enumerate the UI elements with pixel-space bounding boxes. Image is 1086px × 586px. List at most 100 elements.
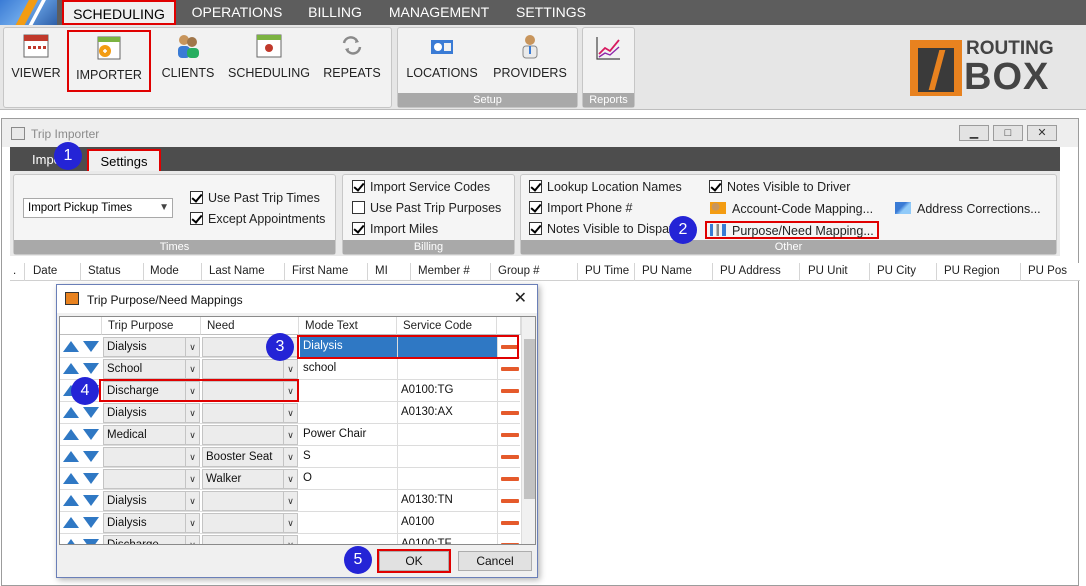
service-code-cell[interactable]	[398, 446, 498, 468]
col-trip-purpose[interactable]: Trip Purpose	[102, 317, 201, 335]
menu-tab-management[interactable]: MANAGEMENT	[384, 0, 494, 25]
move-down-icon[interactable]	[83, 539, 99, 544]
move-down-icon[interactable]	[83, 429, 99, 440]
menu-tab-settings[interactable]: SETTINGS	[508, 0, 594, 25]
mode-text-cell[interactable]	[300, 402, 398, 424]
lookup-location-names-checkbox[interactable]: Lookup Location Names	[529, 180, 682, 196]
reports-chart-icon[interactable]	[593, 34, 623, 62]
col-service-code[interactable]: Service Code	[397, 317, 497, 335]
address-corrections-button[interactable]: Address Corrections...	[895, 201, 1041, 219]
notes-visible-driver-checkbox[interactable]: Notes Visible to Driver	[709, 180, 850, 196]
scheduling-button[interactable]: SCHEDULING	[226, 32, 312, 88]
mode-text-cell[interactable]: Dialysis	[300, 336, 398, 358]
delete-row-icon[interactable]	[501, 411, 519, 415]
mode-text-cell[interactable]	[300, 512, 398, 534]
delete-row-icon[interactable]	[501, 499, 519, 503]
mode-text-cell[interactable]	[300, 534, 398, 544]
import-service-codes-checkbox[interactable]: Import Service Codes	[352, 180, 490, 196]
mapping-row[interactable]: School ∨ ∨ school	[60, 358, 520, 380]
mapping-row[interactable]: Medical ∨ ∨ Power Chair	[60, 424, 520, 446]
import-phone-checkbox[interactable]: Import Phone #	[529, 201, 632, 217]
col-pu-city[interactable]: PU City	[877, 265, 916, 277]
ok-button[interactable]: OK	[379, 551, 449, 571]
need-combo[interactable]: ∨	[202, 491, 298, 511]
service-code-cell[interactable]	[398, 336, 498, 358]
locations-button[interactable]: LOCATIONS	[406, 32, 478, 88]
service-code-cell[interactable]	[398, 468, 498, 490]
service-code-cell[interactable]: A0130:AX	[398, 402, 498, 424]
service-code-cell[interactable]	[398, 424, 498, 446]
mode-text-cell[interactable]: school	[300, 358, 398, 380]
maximize-button[interactable]: □	[993, 125, 1023, 141]
service-code-cell[interactable]	[398, 358, 498, 380]
repeats-button[interactable]: REPEATS	[320, 32, 384, 88]
menu-tab-operations[interactable]: OPERATIONS	[186, 0, 288, 25]
need-combo[interactable]: ∨	[202, 425, 298, 445]
mode-text-cell[interactable]	[300, 380, 398, 402]
move-down-icon[interactable]	[83, 473, 99, 484]
purpose-need-mapping-button[interactable]: Purpose/Need Mapping...	[705, 221, 879, 239]
move-up-icon[interactable]	[63, 539, 79, 544]
delete-row-icon[interactable]	[501, 345, 519, 349]
need-combo[interactable]: Booster Seat ∨	[202, 447, 298, 467]
move-down-icon[interactable]	[83, 495, 99, 506]
delete-row-icon[interactable]	[501, 543, 519, 544]
col-mode-text[interactable]: Mode Text	[299, 317, 397, 335]
move-up-icon[interactable]	[63, 341, 79, 352]
col-pu-pos[interactable]: PU Pos	[1028, 265, 1067, 277]
need-combo[interactable]: ∨	[202, 403, 298, 423]
col-pu-unit[interactable]: PU Unit	[808, 265, 848, 277]
tab-settings[interactable]: Settings	[87, 149, 161, 171]
col-mode[interactable]: Mode	[150, 265, 179, 277]
move-up-icon[interactable]	[63, 495, 79, 506]
move-up-icon[interactable]	[63, 407, 79, 418]
mapping-row[interactable]: Dialysis ∨ ∨ A0130:TN	[60, 490, 520, 512]
need-combo[interactable]: ∨	[202, 359, 298, 379]
viewer-button[interactable]: VIEWER	[10, 32, 62, 88]
delete-row-icon[interactable]	[501, 367, 519, 371]
need-combo[interactable]: ∨	[202, 381, 298, 401]
cancel-button[interactable]: Cancel	[458, 551, 532, 571]
col-pu-time[interactable]: PU Time	[585, 265, 629, 277]
scrollbar-thumb[interactable]	[524, 339, 535, 499]
move-down-icon[interactable]	[83, 341, 99, 352]
col-date[interactable]: Date	[33, 265, 57, 277]
notes-visible-dispatch-checkbox[interactable]: Notes Visible to Dispat	[529, 222, 677, 238]
need-combo[interactable]: ∨	[202, 535, 298, 544]
service-code-cell[interactable]: A0100	[398, 512, 498, 534]
service-code-cell[interactable]: A0100:TF	[398, 534, 498, 544]
account-code-mapping-button[interactable]: Account-Code Mapping...	[710, 201, 873, 219]
mode-text-cell[interactable]: Power Chair	[300, 424, 398, 446]
mapping-row[interactable]: Discharge ∨ ∨ A0100:TG	[60, 380, 520, 402]
move-down-icon[interactable]	[83, 407, 99, 418]
service-code-cell[interactable]: A0130:TN	[398, 490, 498, 512]
use-past-trip-times-checkbox[interactable]: Use Past Trip Times	[190, 191, 320, 207]
dialog-scrollbar[interactable]	[521, 317, 535, 544]
delete-row-icon[interactable]	[501, 477, 519, 481]
mode-text-cell[interactable]: O	[300, 468, 398, 490]
mapping-row[interactable]: Dialysis ∨ ∨ A0130:AX	[60, 402, 520, 424]
mapping-row[interactable]: ∨ Walker ∨ O	[60, 468, 520, 490]
except-appointments-checkbox[interactable]: Except Appointments	[190, 212, 325, 228]
mapping-row[interactable]: Dialysis ∨ ∨ A0100	[60, 512, 520, 534]
menu-tab-scheduling[interactable]: SCHEDULING	[62, 0, 176, 25]
mode-text-cell[interactable]: S	[300, 446, 398, 468]
move-up-icon[interactable]	[63, 473, 79, 484]
need-combo[interactable]: Walker ∨	[202, 469, 298, 489]
pickup-times-select[interactable]: Import Pickup Times ▼	[23, 198, 173, 218]
col-need[interactable]: Need	[201, 317, 299, 335]
trip-purpose-combo[interactable]: ∨	[103, 469, 200, 489]
service-code-cell[interactable]: A0100:TG	[398, 380, 498, 402]
mapping-row[interactable]: ∨ Booster Seat ∨ S	[60, 446, 520, 468]
minimize-button[interactable]: ▁	[959, 125, 989, 141]
col-member[interactable]: Member #	[418, 265, 470, 277]
move-down-icon[interactable]	[83, 517, 99, 528]
delete-row-icon[interactable]	[501, 455, 519, 459]
import-miles-checkbox[interactable]: Import Miles	[352, 222, 438, 238]
trip-purpose-combo[interactable]: ∨	[103, 447, 200, 467]
col-first-name[interactable]: First Name	[292, 265, 348, 277]
col-pu-region[interactable]: PU Region	[944, 265, 1000, 277]
trip-purpose-combo[interactable]: School ∨	[103, 359, 200, 379]
trip-purpose-combo[interactable]: Dialysis ∨	[103, 337, 200, 357]
col-last-name[interactable]: Last Name	[209, 265, 265, 277]
